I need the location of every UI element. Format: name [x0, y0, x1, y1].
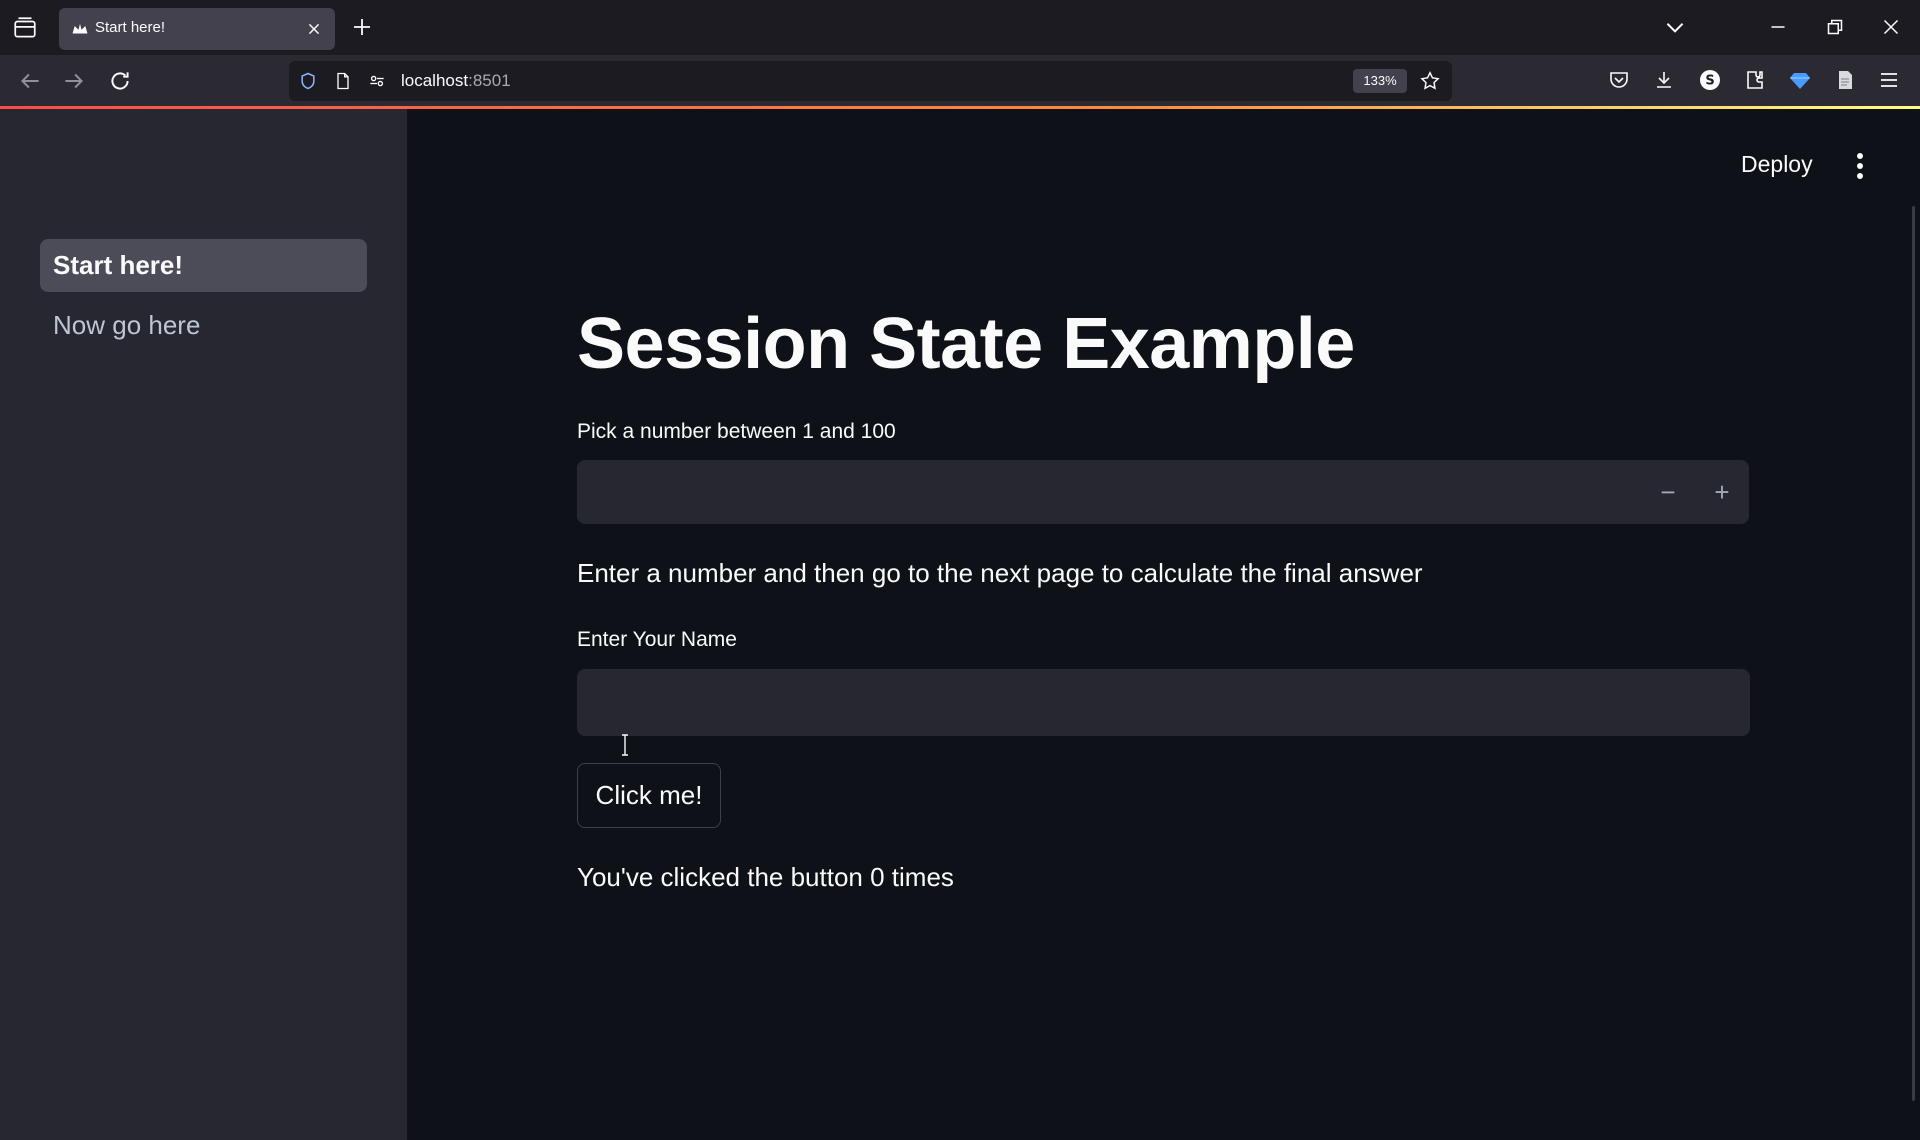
name-input-label: Enter Your Name — [577, 628, 737, 651]
name-text-input[interactable] — [577, 669, 1750, 756]
streamlit-crown-icon — [71, 20, 89, 38]
back-arrow-icon[interactable] — [17, 68, 43, 94]
click-me-button[interactable]: Click me! — [577, 763, 721, 828]
tab-list-icon[interactable] — [12, 15, 38, 41]
document-extension-icon[interactable] — [1833, 68, 1857, 92]
account-avatar-icon[interactable]: S — [1698, 68, 1722, 92]
page-icon[interactable] — [333, 71, 353, 91]
restore-icon[interactable] — [1822, 14, 1848, 40]
zoom-level-badge[interactable]: 133% — [1353, 69, 1407, 93]
sidebar-item-start-here[interactable]: Start here! — [40, 239, 367, 292]
reload-icon[interactable] — [107, 68, 133, 94]
more-options-icon[interactable] — [1847, 151, 1873, 181]
shield-icon[interactable] — [298, 71, 318, 91]
extensions-icon[interactable] — [1743, 68, 1767, 92]
pocket-icon[interactable] — [1607, 68, 1631, 92]
navigation-bar: localhost:8501 133% S — [0, 55, 1920, 108]
number-input[interactable]: − + — [577, 460, 1749, 524]
click-count-text: You've clicked the button 0 times — [577, 862, 954, 892]
text-cursor-icon — [620, 733, 630, 757]
minimize-icon[interactable] — [1765, 14, 1791, 40]
browser-chrome: Start here! localhost:8501 133% S — [0, 0, 1920, 109]
scrollbar[interactable] — [1912, 206, 1915, 1101]
instruction-text: Enter a number and then go to the next p… — [577, 558, 1423, 588]
url-host: localhost — [401, 71, 469, 90]
sidebar-item-now-go-here[interactable]: Now go here — [40, 299, 367, 352]
permissions-icon[interactable] — [367, 71, 387, 91]
url-text[interactable]: localhost:8501 — [401, 71, 511, 91]
url-bar[interactable]: localhost:8501 133% — [289, 61, 1452, 101]
deploy-button[interactable]: Deploy — [1741, 151, 1813, 178]
tab-title: Start here! — [95, 19, 166, 36]
close-window-icon[interactable] — [1878, 14, 1904, 40]
number-input-label: Pick a number between 1 and 100 — [577, 420, 896, 443]
plus-icon[interactable] — [350, 15, 374, 39]
increment-button[interactable]: + — [1695, 460, 1749, 524]
chevron-down-icon[interactable] — [1662, 14, 1688, 40]
close-icon[interactable] — [303, 18, 325, 40]
decrement-button[interactable]: − — [1641, 460, 1695, 524]
main-content: Deploy Session State Example Pick a numb… — [407, 109, 1920, 1140]
page-title: Session State Example — [577, 304, 1355, 384]
tab-bar: Start here! — [0, 0, 1920, 55]
tab-start-here[interactable]: Start here! — [59, 8, 335, 50]
svg-text:S: S — [1705, 74, 1714, 89]
sidebar: Start here! Now go here — [0, 109, 407, 1140]
gem-extension-icon[interactable] — [1788, 68, 1812, 92]
bookmark-star-icon[interactable] — [1419, 70, 1441, 92]
download-icon[interactable] — [1652, 68, 1676, 92]
hamburger-menu-icon[interactable] — [1877, 68, 1901, 92]
forward-arrow-icon[interactable] — [61, 68, 87, 94]
url-port: :8501 — [468, 71, 511, 90]
